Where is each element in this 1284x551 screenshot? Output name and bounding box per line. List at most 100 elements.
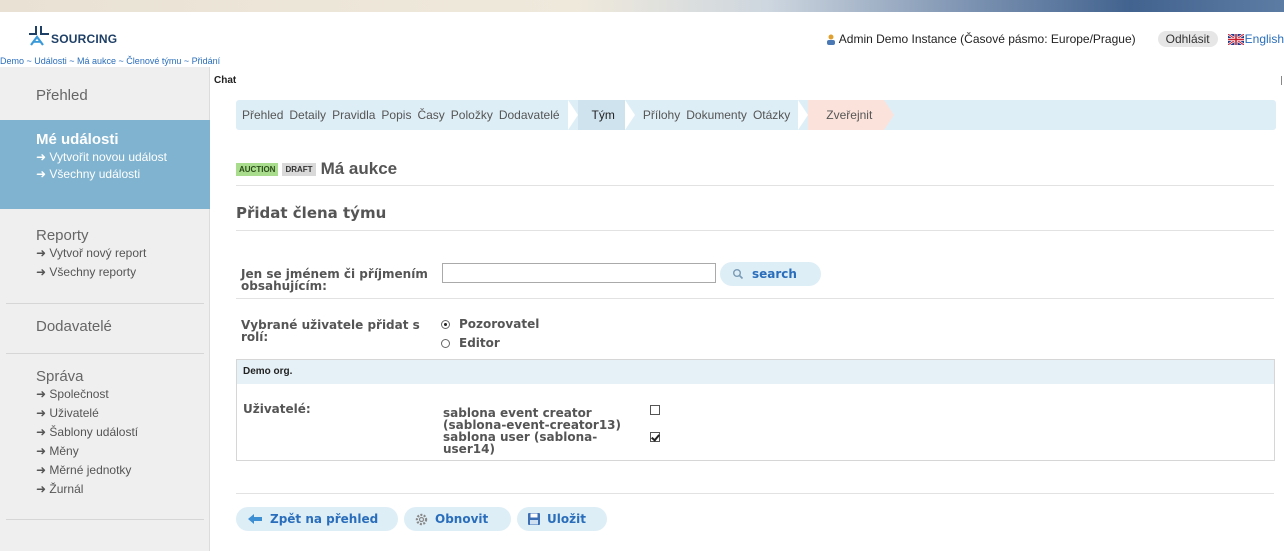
event-type-badge: AUCTION bbox=[236, 162, 279, 176]
sidebar-link-label: Šablony událostí bbox=[49, 425, 139, 439]
tab-team[interactable]: Tým bbox=[577, 100, 625, 130]
search-label-line2: obsahujícím: bbox=[241, 279, 327, 293]
role-editor-label: Editor bbox=[459, 336, 500, 350]
tab-attachments[interactable]: Přílohy bbox=[635, 100, 683, 130]
event-tabs: Přehled Detaily Pravidla Popis Časy Polo… bbox=[236, 100, 1276, 130]
tab-rules[interactable]: Pravidla bbox=[329, 100, 378, 130]
back-button[interactable]: Zpět na přehled bbox=[236, 507, 398, 531]
user-icon bbox=[826, 34, 835, 45]
tab-separator bbox=[567, 100, 578, 130]
sidebar-divider bbox=[6, 303, 204, 304]
user-entry: sablona event creator (sablona-event-cre… bbox=[443, 407, 621, 431]
chat-edge bbox=[1281, 76, 1282, 85]
uk-flag-icon bbox=[1227, 33, 1244, 45]
tab-questions[interactable]: Otázky bbox=[750, 100, 798, 130]
tab-documents[interactable]: Dokumenty bbox=[683, 100, 750, 130]
tab-publish[interactable]: Zveřejnit bbox=[808, 100, 885, 130]
sidebar-section-admin: Správa ➜ Společnost ➜ Uživatelé ➜ Šablon… bbox=[0, 368, 210, 499]
sidebar-overview-label: Přehled bbox=[36, 87, 88, 104]
header-user-area: Admin Demo Instance (Časové pásmo: Europ… bbox=[826, 30, 1284, 48]
header: SOURCING Admin Demo Instance (Časové pás… bbox=[0, 12, 1284, 54]
sidebar-link-all-events[interactable]: ➜ Všechny události bbox=[0, 165, 210, 184]
sidebar-divider bbox=[6, 519, 204, 520]
radio-editor[interactable] bbox=[441, 338, 450, 348]
header-banner bbox=[0, 0, 1284, 12]
tab-details[interactable]: Detaily bbox=[286, 100, 329, 130]
search-button[interactable]: search bbox=[720, 262, 821, 286]
sidebar-link-label: Měny bbox=[49, 444, 79, 458]
sidebar-link-label: Všechny reporty bbox=[49, 265, 137, 279]
sidebar-link-label: Žurnál bbox=[49, 482, 84, 496]
user-checkbox[interactable] bbox=[650, 432, 660, 442]
refresh-button-label: Obnovit bbox=[435, 512, 489, 526]
search-label: Jen se jménem či příjmením obsahujícím: bbox=[241, 268, 428, 292]
sidebar-link-currencies[interactable]: ➜ Měny bbox=[0, 442, 210, 461]
event-name: Má aukce bbox=[320, 159, 398, 178]
language-switch[interactable]: English bbox=[1227, 32, 1284, 46]
tab-description[interactable]: Popis bbox=[378, 100, 414, 130]
logo-text: SOURCING bbox=[51, 32, 118, 46]
search-icon bbox=[733, 269, 744, 280]
tab-separator bbox=[624, 100, 635, 130]
sidebar-link-new-report[interactable]: ➜ Vytvoř nový report bbox=[0, 244, 210, 263]
divider bbox=[236, 230, 1274, 231]
sidebar-item-overview[interactable]: Přehled bbox=[0, 87, 210, 104]
back-button-label: Zpět na přehled bbox=[270, 512, 379, 526]
sidebar: Přehled Mé události ➜ Vytvořit novou udá… bbox=[0, 67, 210, 551]
tab-items[interactable]: Položky bbox=[448, 100, 496, 130]
radio-observer[interactable] bbox=[441, 319, 450, 329]
sidebar-link-label: Uživatelé bbox=[49, 406, 99, 420]
role-option-editor[interactable]: Editor bbox=[441, 336, 500, 350]
role-label: Vybrané uživatele přidat s rolí: bbox=[241, 319, 420, 343]
tab-separator bbox=[884, 100, 895, 130]
user-info[interactable]: Admin Demo Instance (Časové pásmo: Europ… bbox=[839, 32, 1136, 46]
tab-overview[interactable]: Přehled bbox=[236, 100, 286, 130]
divider bbox=[236, 185, 1274, 186]
sidebar-my-events-title[interactable]: Mé události bbox=[0, 131, 210, 148]
org-users-box: Demo org. Uživatelé: sablona event creat… bbox=[236, 359, 1275, 461]
sidebar-link-label: Všechny události bbox=[49, 167, 141, 181]
chat-label[interactable]: Chat bbox=[214, 75, 236, 86]
save-button-label: Uložit bbox=[547, 512, 586, 526]
users-label: Uživatelé: bbox=[243, 402, 311, 416]
role-option-observer[interactable]: Pozorovatel bbox=[441, 317, 539, 331]
search-button-label: search bbox=[752, 267, 797, 281]
sidebar-section-my-events: Mé události ➜ Vytvořit novou událost ➜ V… bbox=[0, 120, 210, 209]
search-input[interactable] bbox=[442, 263, 716, 283]
sidebar-suppliers-label: Dodavatelé bbox=[36, 318, 112, 335]
tab-suppliers[interactable]: Dodavatelé bbox=[496, 100, 568, 130]
role-observer-label: Pozorovatel bbox=[459, 317, 540, 331]
sidebar-link-journal[interactable]: ➜ Žurnál bbox=[0, 480, 210, 499]
divider bbox=[236, 298, 1274, 299]
floppy-disk-icon bbox=[528, 513, 540, 525]
sidebar-link-label: Vytvořit novou událost bbox=[49, 150, 168, 164]
user-checkbox[interactable] bbox=[650, 405, 660, 415]
sidebar-section-reports: Reporty ➜ Vytvoř nový report ➜ Všechny r… bbox=[0, 227, 210, 282]
user-name-line2: user14) bbox=[443, 442, 495, 456]
divider bbox=[236, 493, 1274, 494]
tab-separator bbox=[798, 100, 809, 130]
role-label-line2: rolí: bbox=[241, 330, 269, 344]
sidebar-link-units[interactable]: ➜ Měrné jednotky bbox=[0, 461, 210, 480]
sidebar-link-event-templates[interactable]: ➜ Šablony událostí bbox=[0, 423, 210, 442]
sidebar-item-suppliers[interactable]: Dodavatelé bbox=[0, 318, 210, 335]
refresh-button[interactable]: Obnovit bbox=[404, 507, 511, 531]
logo-icon bbox=[29, 26, 49, 46]
tab-times[interactable]: Časy bbox=[414, 100, 447, 130]
arrow-left-icon bbox=[248, 514, 262, 524]
sidebar-admin-title[interactable]: Správa bbox=[0, 368, 210, 385]
sidebar-link-all-reports[interactable]: ➜ Všechny reporty bbox=[0, 263, 210, 282]
sidebar-link-users[interactable]: ➜ Uživatelé bbox=[0, 404, 210, 423]
gear-icon bbox=[415, 513, 428, 525]
save-button[interactable]: Uložit bbox=[517, 507, 607, 531]
logout-button[interactable]: Odhlásit bbox=[1157, 31, 1218, 47]
language-label: English bbox=[1244, 32, 1284, 46]
sidebar-link-company[interactable]: ➜ Společnost bbox=[0, 385, 210, 404]
event-status-badge: DRAFT bbox=[282, 162, 316, 176]
sidebar-reports-title[interactable]: Reporty bbox=[0, 227, 210, 244]
logo[interactable]: SOURCING bbox=[28, 22, 117, 46]
org-name: Demo org. bbox=[237, 360, 1274, 384]
event-header: AUCTION DRAFT Má aukce bbox=[236, 159, 397, 179]
sidebar-link-label: Měrné jednotky bbox=[49, 463, 132, 477]
sidebar-link-label: Vytvoř nový report bbox=[49, 246, 147, 260]
